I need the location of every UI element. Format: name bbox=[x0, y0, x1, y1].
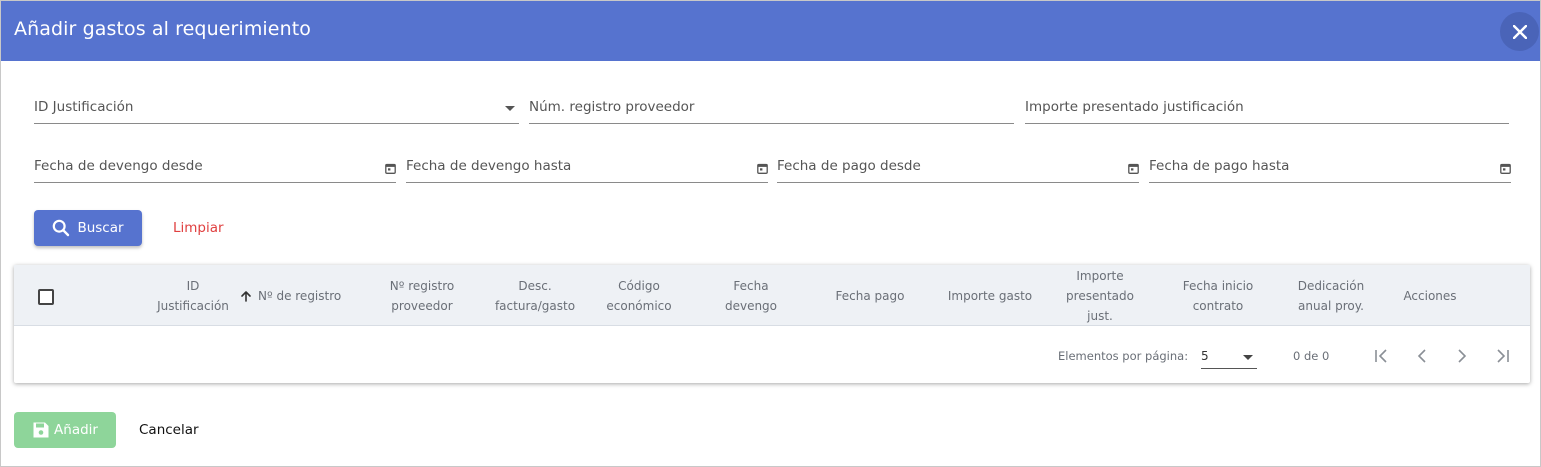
calendar-icon[interactable] bbox=[1499, 162, 1511, 174]
results-table: ID Justificación Nº de registro Nº regis… bbox=[14, 265, 1530, 383]
fecha-devengo-hasta-label: Fecha de devengo hasta bbox=[406, 158, 572, 174]
first-page-button[interactable] bbox=[1369, 343, 1395, 369]
dialog-title: Añadir gastos al requerimiento bbox=[14, 18, 312, 40]
select-all-checkbox[interactable] bbox=[38, 289, 54, 305]
fecha-devengo-desde-field[interactable]: Fecha de devengo desde bbox=[34, 153, 396, 183]
add-button[interactable]: Añadir bbox=[14, 412, 116, 448]
first-page-icon bbox=[1375, 349, 1387, 363]
chevron-right-icon bbox=[1458, 349, 1467, 363]
previous-page-button[interactable] bbox=[1409, 343, 1435, 369]
dialog-header: Añadir gastos al requerimiento bbox=[1, 1, 1540, 61]
importe-presentado-field[interactable]: Importe presentado justificación bbox=[1025, 94, 1509, 124]
importe-presentado-label: Importe presentado justificación bbox=[1025, 99, 1244, 115]
chevron-down-icon bbox=[1243, 355, 1253, 360]
items-per-page-value: 5 bbox=[1201, 349, 1209, 363]
column-header-importe-presentado[interactable]: Importe presentado just. bbox=[1060, 265, 1140, 326]
column-header-desc-factura[interactable]: Desc. factura/gasto bbox=[484, 265, 586, 326]
arrow-up-icon bbox=[241, 290, 251, 302]
dialog: Añadir gastos al requerimiento ID Justif… bbox=[0, 0, 1541, 467]
search-icon bbox=[53, 219, 70, 237]
column-header-dedicacion-anual[interactable]: Dedicación anual proy. bbox=[1286, 265, 1376, 326]
close-button[interactable] bbox=[1500, 12, 1539, 51]
id-justificacion-label: ID Justificación bbox=[34, 99, 134, 115]
last-page-button[interactable] bbox=[1489, 343, 1515, 369]
save-icon bbox=[33, 422, 49, 438]
column-header-num-registro[interactable]: Nº de registro bbox=[240, 265, 352, 326]
add-button-label: Añadir bbox=[54, 422, 98, 438]
column-header-importe-gasto[interactable]: Importe gasto bbox=[940, 265, 1040, 326]
column-header-fecha-devengo[interactable]: Fecha devengo bbox=[716, 265, 786, 326]
cancel-button[interactable]: Cancelar bbox=[139, 422, 199, 438]
items-per-page-label: Elementos por página: bbox=[1058, 349, 1189, 363]
id-justificacion-select[interactable]: ID Justificación bbox=[34, 94, 519, 124]
last-page-icon bbox=[1497, 349, 1509, 363]
calendar-icon[interactable] bbox=[1127, 162, 1139, 174]
next-page-button[interactable] bbox=[1449, 343, 1475, 369]
fecha-pago-hasta-field[interactable]: Fecha de pago hasta bbox=[1149, 153, 1511, 183]
items-per-page-select[interactable]: 5 bbox=[1201, 345, 1257, 369]
close-icon bbox=[1512, 24, 1527, 39]
paginator: Elementos por página: 5 0 de 0 bbox=[14, 327, 1530, 383]
fecha-pago-desde-field[interactable]: Fecha de pago desde bbox=[777, 153, 1139, 183]
column-header-acciones: Acciones bbox=[1403, 288, 1457, 303]
chevron-left-icon bbox=[1417, 349, 1426, 363]
search-button[interactable]: Buscar bbox=[34, 210, 142, 246]
column-header-num-registro-label: Nº de registro bbox=[258, 288, 342, 303]
clear-button[interactable]: Limpiar bbox=[173, 220, 224, 236]
search-button-label: Buscar bbox=[77, 220, 124, 236]
calendar-icon[interactable] bbox=[756, 162, 768, 174]
num-registro-proveedor-field[interactable]: Núm. registro proveedor bbox=[529, 94, 1014, 124]
column-header-id-justificacion[interactable]: ID Justificación bbox=[152, 265, 234, 326]
fecha-devengo-hasta-field[interactable]: Fecha de devengo hasta bbox=[406, 153, 768, 183]
column-header-fecha-inicio-contrato[interactable]: Fecha inicio contrato bbox=[1168, 265, 1268, 326]
chevron-down-icon bbox=[505, 106, 515, 111]
calendar-icon[interactable] bbox=[384, 162, 396, 174]
column-header-fecha-pago[interactable]: Fecha pago bbox=[824, 265, 916, 326]
table-header: ID Justificación Nº de registro Nº regis… bbox=[14, 265, 1530, 326]
column-header-codigo-economico[interactable]: Código económico bbox=[594, 265, 684, 326]
fecha-pago-desde-label: Fecha de pago desde bbox=[777, 158, 921, 174]
num-registro-proveedor-label: Núm. registro proveedor bbox=[529, 99, 695, 115]
column-header-num-registro-proveedor[interactable]: Nº registro proveedor bbox=[376, 265, 468, 326]
fecha-devengo-desde-label: Fecha de devengo desde bbox=[34, 158, 203, 174]
page-range-label: 0 de 0 bbox=[1293, 349, 1330, 363]
fecha-pago-hasta-label: Fecha de pago hasta bbox=[1149, 158, 1290, 174]
